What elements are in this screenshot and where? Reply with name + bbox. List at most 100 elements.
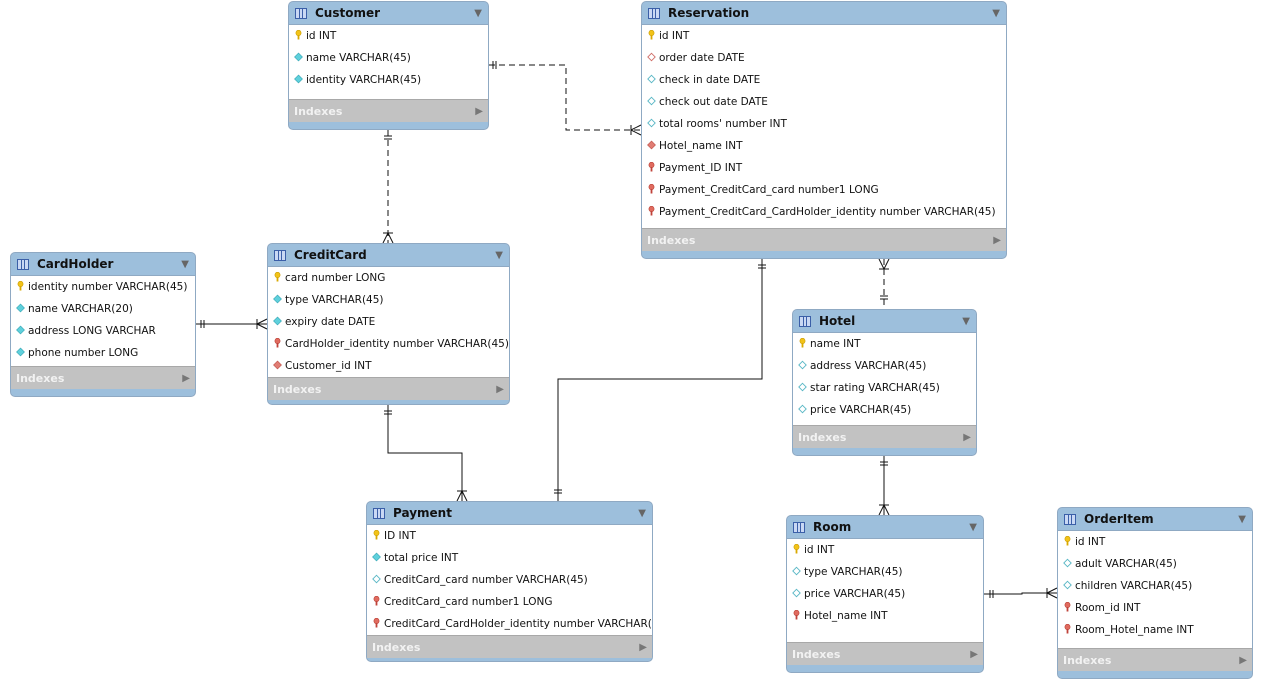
expand-arrow-icon[interactable]: ▶ [475, 106, 483, 117]
indexes-section[interactable]: Indexes ▶ [1058, 648, 1252, 671]
table-header[interactable]: Payment ▼ [367, 502, 652, 524]
indexes-label: Indexes [16, 371, 65, 385]
column-row[interactable]: Room_id INT [1058, 597, 1252, 619]
column-row[interactable]: id INT [787, 539, 983, 561]
collapse-arrow-icon[interactable]: ▼ [1238, 514, 1246, 525]
indexes-section[interactable]: Indexes ▶ [268, 377, 509, 400]
column-row[interactable]: address LONG VARCHAR [11, 320, 195, 342]
expand-arrow-icon[interactable]: ▶ [993, 235, 1001, 246]
table-header[interactable]: CardHolder ▼ [11, 253, 195, 275]
column-label: type VARCHAR(45) [285, 294, 384, 306]
column-row[interactable]: name VARCHAR(20) [11, 298, 195, 320]
table-room[interactable]: Room ▼ id INT type VARCHAR(45) price VARCHAR… [786, 515, 984, 673]
column-row[interactable]: star rating VARCHAR(45) [793, 377, 976, 399]
column-diamond-icon [372, 574, 384, 587]
expand-arrow-icon[interactable]: ▶ [963, 432, 971, 443]
collapse-arrow-icon[interactable]: ▼ [181, 259, 189, 270]
table-icon [17, 258, 29, 270]
column-row[interactable]: type VARCHAR(45) [268, 289, 509, 311]
table-icon [793, 521, 805, 533]
column-row[interactable]: Customer_id INT [268, 355, 509, 377]
column-diamond-icon [372, 552, 384, 565]
column-diamond-icon [294, 52, 306, 65]
column-row[interactable]: identity number VARCHAR(45) [11, 276, 195, 298]
table-header[interactable]: Customer ▼ [289, 2, 488, 24]
column-row[interactable]: check out date DATE [642, 91, 1006, 113]
column-row[interactable]: identity VARCHAR(45) [289, 69, 488, 91]
table-header[interactable]: Reservation ▼ [642, 2, 1006, 24]
table-header[interactable]: CreditCard ▼ [268, 244, 509, 266]
column-row[interactable]: id INT [1058, 531, 1252, 553]
column-diamond-icon [273, 316, 285, 329]
column-row[interactable]: name VARCHAR(45) [289, 47, 488, 69]
table-name: Hotel [819, 314, 856, 328]
table-reservation[interactable]: Reservation ▼ id INT order date DATE check i… [641, 1, 1007, 259]
indexes-label: Indexes [372, 640, 421, 654]
column-row[interactable]: card number LONG [268, 267, 509, 289]
indexes-section[interactable]: Indexes ▶ [642, 228, 1006, 251]
column-row[interactable]: Payment_CreditCard_card number1 LONG [642, 179, 1006, 201]
collapse-arrow-icon[interactable]: ▼ [495, 250, 503, 261]
expand-arrow-icon[interactable]: ▶ [639, 642, 647, 653]
column-label: order date DATE [659, 52, 745, 64]
column-row[interactable]: CardHolder_identity number VARCHAR(45) [268, 333, 509, 355]
collapse-arrow-icon[interactable]: ▼ [474, 8, 482, 19]
column-row[interactable]: children VARCHAR(45) [1058, 575, 1252, 597]
indexes-section[interactable]: Indexes ▶ [289, 99, 488, 122]
column-label: star rating VARCHAR(45) [810, 382, 940, 394]
column-row[interactable]: CreditCard_card number VARCHAR(45) [367, 569, 652, 591]
table-header[interactable]: OrderItem ▼ [1058, 508, 1252, 530]
column-row[interactable]: CreditCard_CardHolder_identity number VA… [367, 613, 652, 635]
table-header[interactable]: Room ▼ [787, 516, 983, 538]
column-row[interactable]: Hotel_name INT [642, 135, 1006, 157]
column-row[interactable]: price VARCHAR(45) [787, 583, 983, 605]
indexes-section[interactable]: Indexes ▶ [793, 425, 976, 448]
column-row[interactable]: order date DATE [642, 47, 1006, 69]
column-list: identity number VARCHAR(45) name VARCHAR(… [11, 275, 195, 366]
column-row[interactable]: ID INT [367, 525, 652, 547]
indexes-section[interactable]: Indexes ▶ [787, 642, 983, 665]
collapse-arrow-icon[interactable]: ▼ [962, 316, 970, 327]
collapse-arrow-icon[interactable]: ▼ [992, 8, 1000, 19]
column-row[interactable]: adult VARCHAR(45) [1058, 553, 1252, 575]
expand-arrow-icon[interactable]: ▶ [496, 384, 504, 395]
collapse-arrow-icon[interactable]: ▼ [969, 522, 977, 533]
table-creditcard[interactable]: CreditCard ▼ card number LONG type VARCHAR(… [267, 243, 510, 405]
column-row[interactable]: total rooms' number INT [642, 113, 1006, 135]
table-payment[interactable]: Payment ▼ ID INT total price INT CreditCard_… [366, 501, 653, 662]
column-row[interactable]: Payment_ID INT [642, 157, 1006, 179]
expand-arrow-icon[interactable]: ▶ [970, 649, 978, 660]
table-icon [799, 315, 811, 327]
column-row[interactable]: address VARCHAR(45) [793, 355, 976, 377]
table-footer [367, 658, 652, 661]
indexes-section[interactable]: Indexes ▶ [367, 635, 652, 658]
table-customer[interactable]: Customer ▼ id INT name VARCHAR(45) identity … [288, 1, 489, 130]
column-row[interactable]: total price INT [367, 547, 652, 569]
column-row[interactable]: check in date DATE [642, 69, 1006, 91]
table-footer [642, 251, 1006, 258]
column-row[interactable]: Payment_CreditCard_CardHolder_identity n… [642, 201, 1006, 223]
indexes-section[interactable]: Indexes ▶ [11, 366, 195, 389]
column-label: price VARCHAR(45) [810, 404, 912, 416]
foreign-key-icon [273, 337, 285, 351]
column-row[interactable]: expiry date DATE [268, 311, 509, 333]
table-cardholder[interactable]: CardHolder ▼ identity number VARCHAR(45) na… [10, 252, 196, 397]
expand-arrow-icon[interactable]: ▶ [182, 373, 190, 384]
column-row[interactable]: Room_Hotel_name INT [1058, 619, 1252, 641]
primary-key-icon [16, 280, 28, 294]
table-header[interactable]: Hotel ▼ [793, 310, 976, 332]
column-row[interactable]: phone number LONG [11, 342, 195, 364]
column-row[interactable]: price VARCHAR(45) [793, 399, 976, 421]
column-row[interactable]: name INT [793, 333, 976, 355]
column-row[interactable]: id INT [642, 25, 1006, 47]
collapse-arrow-icon[interactable]: ▼ [638, 508, 646, 519]
column-label: children VARCHAR(45) [1075, 580, 1193, 592]
one-cardinality-mark [880, 295, 888, 300]
column-row[interactable]: id INT [289, 25, 488, 47]
table-orderitem[interactable]: OrderItem ▼ id INT adult VARCHAR(45) childre… [1057, 507, 1253, 679]
expand-arrow-icon[interactable]: ▶ [1239, 655, 1247, 666]
column-row[interactable]: Hotel_name INT [787, 605, 983, 627]
table-hotel[interactable]: Hotel ▼ name INT address VARCHAR(45) star ra… [792, 309, 977, 456]
column-row[interactable]: type VARCHAR(45) [787, 561, 983, 583]
column-row[interactable]: CreditCard_card number1 LONG [367, 591, 652, 613]
